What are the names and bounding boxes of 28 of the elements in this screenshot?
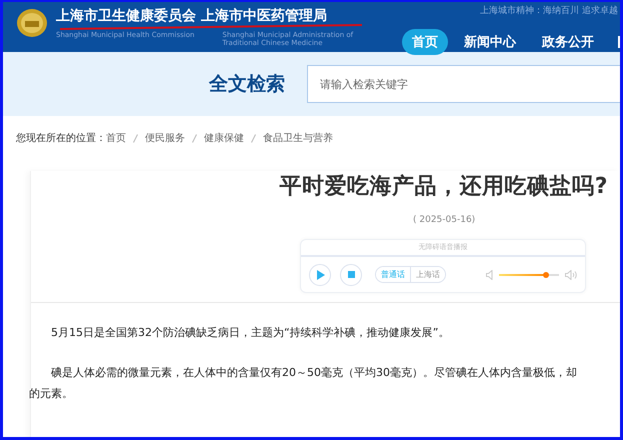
volume-thumb[interactable] — [542, 272, 549, 278]
play-icon — [316, 270, 324, 280]
article-date: ( 2025-05-16) — [413, 215, 476, 225]
stop-button[interactable] — [340, 264, 362, 286]
breadcrumb-label: 您现在所在的位置： — [16, 132, 106, 145]
paragraph-text: 5月15日是全国第32个防治碘缺乏病日，主题为“持续科学补碘，推动健康发展”。 — [50, 325, 450, 341]
play-button[interactable] — [309, 264, 331, 286]
volume-high-icon — [565, 270, 577, 280]
paragraph-text: 碘是人体必需的微量元素，在人体中的含量仅有20～50毫克（平均30毫克）。尽管碘在人体内含量极低，却 — [50, 365, 578, 381]
breadcrumb-link[interactable]: 首页 — [106, 131, 126, 145]
site-title: 上海市卫生健康委员会 上海市中医药管理局 — [56, 8, 328, 24]
language-tab[interactable]: 上海话 — [410, 267, 445, 282]
search-field[interactable]: 请输入检索关键字 — [307, 65, 620, 103]
paragraph-text: 的元素。 — [29, 386, 74, 402]
stop-icon — [348, 271, 354, 278]
slogan-text: 上海城市精神：海纳百川 追求卓越 — [480, 4, 618, 17]
nav-tab[interactable]: 新闻中心 — [454, 29, 526, 55]
separator-icon — [251, 134, 256, 142]
separator-icon — [192, 134, 197, 142]
breadcrumb-link[interactable]: 便民服务 — [145, 131, 185, 145]
breadcrumb-link[interactable]: 食品卫生与营养 — [263, 131, 333, 145]
emblem-icon — [16, 7, 48, 39]
nav-tab[interactable]: 政务公开 — [532, 29, 604, 55]
volume-low-icon — [486, 270, 493, 280]
search-title: 全文检索 — [209, 72, 285, 97]
separator-icon — [133, 134, 138, 142]
breadcrumb-link[interactable]: 健康保健 — [204, 131, 244, 145]
article-title: 平时爱吃海产品，还用吃碘盐吗? — [278, 173, 608, 201]
